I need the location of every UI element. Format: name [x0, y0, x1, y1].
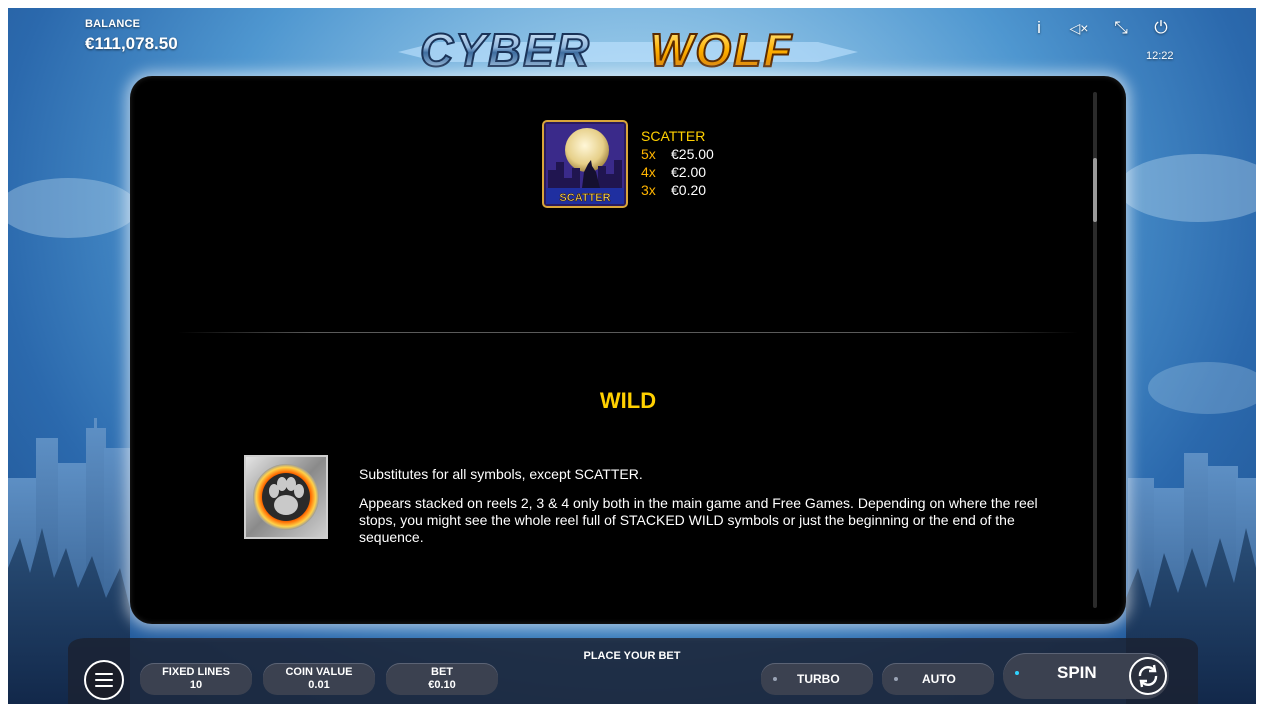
cyber-wolf-logo: CYBER WOLF: [398, 23, 858, 77]
auto-toggle[interactable]: AUTO: [882, 663, 994, 695]
hamburger-icon-line: [95, 673, 113, 675]
scatter-payout-row: 4x €2.00: [641, 164, 706, 180]
bet-label: BET: [431, 666, 453, 678]
section-divider: [178, 332, 1078, 333]
coin-value-value: 0.01: [308, 679, 330, 691]
fixed-lines-value: 10: [189, 679, 203, 691]
scrollbar-thumb[interactable]: [1093, 158, 1097, 222]
coin-value-button[interactable]: COIN VALUE 0.01: [263, 663, 375, 695]
wild-section-title: WILD: [599, 388, 657, 413]
spin-refresh-icon[interactable]: [1128, 656, 1168, 696]
payout-value: €25.00: [671, 146, 714, 162]
turbo-indicator-dot: [773, 677, 777, 681]
menu-button[interactable]: [84, 660, 124, 700]
turbo-toggle[interactable]: TURBO: [761, 663, 873, 695]
bet-button[interactable]: BET €0.10: [386, 663, 498, 695]
payout-value: €0.20: [671, 182, 707, 198]
balance-value: €111,078.50: [85, 34, 178, 53]
balance-label: BALANCE: [85, 18, 141, 30]
paytable-panel[interactable]: SCATTER SCATTER 5x €25.00 4x €2.00 3x €0.20…: [130, 76, 1126, 624]
spin-indicator-dot: [1015, 671, 1019, 675]
power-icon[interactable]: ⏻: [1148, 16, 1174, 40]
info-icon[interactable]: i: [1026, 16, 1052, 40]
logo-text-cyber: CYBER: [420, 24, 591, 76]
clock: 12:22: [1146, 50, 1174, 62]
scatter-symbol-icon: SCATTER: [542, 120, 628, 208]
fullscreen-exit-icon[interactable]: ⤡: [1108, 16, 1134, 40]
payout-value: €2.00: [671, 164, 707, 180]
spin-label: SPIN: [1057, 663, 1097, 682]
hamburger-icon-line: [95, 685, 113, 687]
scatter-symbol-label: SCATTER: [559, 192, 610, 204]
scatter-name: SCATTER: [641, 128, 706, 144]
scatter-payout-row: 5x €25.00: [641, 146, 714, 162]
payout-multiplier: 4x: [641, 164, 656, 180]
wild-description-line1: Substitutes for all symbols, except SCAT…: [359, 466, 643, 482]
wild-description-line2: Appears stacked on reels 2, 3 & 4 only b…: [359, 495, 1038, 545]
payout-multiplier: 5x: [641, 146, 656, 162]
turbo-label: TURBO: [797, 672, 840, 686]
auto-indicator-dot: [894, 677, 898, 681]
fixed-lines-button[interactable]: FIXED LINES 10: [140, 663, 252, 695]
auto-label: AUTO: [922, 672, 956, 686]
bet-value: €0.10: [428, 679, 456, 691]
payout-multiplier: 3x: [641, 182, 656, 198]
hamburger-icon-line: [95, 679, 113, 681]
fixed-lines-label: FIXED LINES: [162, 666, 230, 678]
sound-muted-icon[interactable]: ◁×: [1066, 16, 1092, 40]
logo-text-wolf: WOLF: [650, 24, 793, 76]
wild-paw-symbol-icon: [244, 455, 328, 539]
coin-value-label: COIN VALUE: [285, 666, 353, 678]
scatter-payout-row: 3x €0.20: [641, 182, 706, 198]
game-viewport: BALANCE €111,078.50 CYBER WOLF i ◁× ⤡ ⏻ …: [8, 8, 1256, 704]
